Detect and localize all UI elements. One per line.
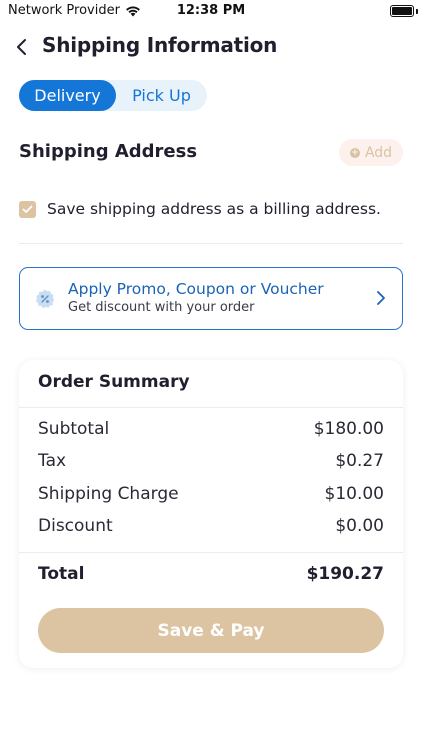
summary-row-value: $0.27 (335, 451, 384, 471)
total-label: Total (38, 564, 85, 584)
summary-row-label: Subtotal (38, 419, 110, 439)
shipping-address-heading: Shipping Address (19, 141, 198, 162)
card-divider (19, 407, 403, 408)
order-summary-card: Order Summary Subtotal $180.00 Tax $0.27… (19, 360, 403, 668)
summary-row-value: $10.00 (324, 484, 384, 504)
chevron-right-icon (377, 291, 385, 305)
billing-address-checkbox[interactable] (19, 200, 36, 218)
delivery-mode-tabs: Delivery Pick Up (19, 80, 207, 111)
promo-subtitle: Get discount with your order (68, 300, 255, 315)
header: Shipping Information (0, 30, 422, 64)
billing-address-label: Save shipping address as a billing addre… (47, 200, 381, 218)
summary-row-shipping-charge: Shipping Charge $10.00 (38, 484, 384, 504)
summary-row-value: $180.00 (313, 419, 384, 439)
summary-row-subtotal: Subtotal $180.00 (38, 419, 384, 439)
summary-row-total: Total $190.27 (38, 564, 384, 584)
summary-row-discount: Discount $0.00 (38, 516, 384, 536)
summary-row-label: Tax (38, 451, 67, 471)
status-bar: Network Provider 12:38 PM (0, 0, 422, 24)
tab-pick-up[interactable]: Pick Up (116, 80, 207, 111)
summary-row-tax: Tax $0.27 (38, 451, 384, 471)
plus-circle-icon: + (349, 147, 360, 158)
battery-tip (416, 9, 418, 14)
promo-title: Apply Promo, Coupon or Voucher (68, 280, 324, 298)
apply-promo-button[interactable]: Apply Promo, Coupon or Voucher Get disco… (19, 267, 403, 330)
back-chevron-icon[interactable] (14, 36, 32, 58)
checkmark-icon (22, 205, 33, 213)
page-title: Shipping Information (42, 33, 278, 57)
add-address-label: Add (364, 144, 393, 161)
total-value: $190.27 (306, 564, 384, 584)
save-and-pay-button[interactable]: Save & Pay (38, 608, 384, 653)
tab-delivery[interactable]: Delivery (19, 80, 116, 111)
add-address-button[interactable]: + Add (339, 139, 403, 166)
status-time: 12:38 PM (176, 3, 246, 18)
summary-row-label: Discount (38, 516, 113, 536)
card-divider (19, 552, 403, 553)
battery-icon (390, 5, 414, 17)
section-divider (19, 243, 403, 244)
summary-row-value: $0.00 (335, 516, 384, 536)
billing-address-row: Save shipping address as a billing addre… (19, 200, 381, 218)
discount-badge-icon (35, 289, 55, 309)
order-summary-title: Order Summary (38, 372, 190, 392)
summary-row-label: Shipping Charge (38, 484, 179, 504)
